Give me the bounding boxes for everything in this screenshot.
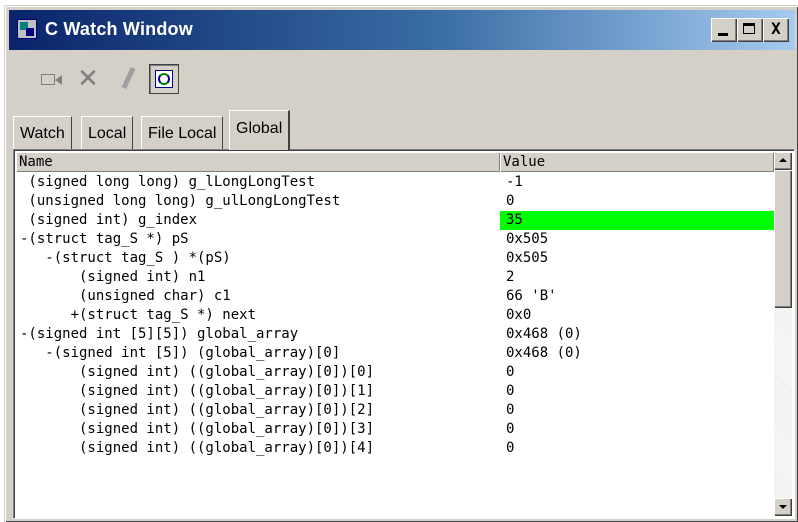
table-row[interactable]: -(signed int [5][5]) global_array 0x468 (… [16,325,774,344]
row-name: -(signed int [5]) (global_array)[0] [20,345,341,361]
delete-button[interactable]: ✕ [73,64,103,94]
maximize-button[interactable] [737,18,763,42]
row-name: (unsigned long long) g_ulLongLongTest [20,193,341,209]
maximize-icon [743,23,755,34]
row-value[interactable]: 0x505 [500,249,774,268]
close-button[interactable]: X [763,18,789,42]
add-watch-icon [41,74,55,85]
tab-local[interactable]: Local [81,116,134,150]
column-header-value[interactable]: Value [500,152,774,172]
table-row[interactable]: (signed int) ((global_array)[0])[1] 0 [16,382,774,401]
list-header: Name Value [16,152,774,172]
app-icon[interactable] [17,19,37,39]
row-name: (signed int) ((global_array)[0])[2] [20,402,375,418]
row-name: (signed int) ((global_array)[0])[0] [20,364,375,380]
column-header-name[interactable]: Name [16,152,500,172]
minimize-button[interactable] [711,18,737,42]
row-value[interactable]: 0 [500,420,774,439]
scroll-thumb[interactable] [774,170,792,308]
row-value[interactable]: 0 [500,192,774,211]
row-name: (signed int) ((global_array)[0])[1] [20,383,375,399]
close-icon: X [771,19,781,38]
table-row[interactable]: (signed long long) g_lLongLongTest -1 [16,173,774,192]
watch-list[interactable]: Name Value (signed long long) g_lLongLon… [13,149,795,519]
title-bar[interactable]: C Watch Window X [9,10,795,50]
row-value[interactable]: 0x468 (0) [500,325,774,344]
c-watch-window: C Watch Window X ✕ Watch Local File Loca… [4,5,798,522]
row-value[interactable]: 2 [500,268,774,287]
vertical-scrollbar[interactable] [774,152,792,516]
table-row[interactable]: (signed int) ((global_array)[0])[0] 0 [16,363,774,382]
row-value[interactable]: 0 [500,401,774,420]
table-row[interactable]: (signed int) ((global_array)[0])[3] 0 [16,420,774,439]
tab-file-local[interactable]: File Local [141,116,224,150]
row-value[interactable]: 66 'B' [500,287,774,306]
row-name: (signed long long) g_lLongLongTest [20,174,316,190]
row-value[interactable]: -1 [500,173,774,192]
window-title: C Watch Window [45,19,193,39]
tab-strip: Watch Local File Local Global [13,110,793,150]
tab-global[interactable]: Global [229,110,291,150]
edit-icon [121,66,136,90]
delete-icon: ✕ [77,64,99,94]
edit-button[interactable] [113,64,143,94]
table-row[interactable]: (signed int) ((global_array)[0])[4] 0 [16,439,774,458]
row-name: (signed int) g_index [20,212,198,228]
toolbar: ✕ [9,54,795,106]
row-name: (signed int) n1 [20,269,206,285]
row-name: -(struct tag_S *) pS [20,231,189,247]
tab-watch[interactable]: Watch [13,116,72,150]
minimize-icon [718,33,728,36]
scroll-down-button[interactable] [774,498,792,516]
table-row[interactable]: +(struct tag_S *) next 0x0 [16,306,774,325]
list-rows: (signed long long) g_lLongLongTest -1 (un… [16,173,774,458]
row-name: -(struct tag_S ) *(pS) [20,250,231,266]
row-value[interactable]: 0 [500,363,774,382]
row-name: (signed int) ((global_array)[0])[4] [20,440,375,456]
table-row[interactable]: -(struct tag_S ) *(pS) 0x505 [16,249,774,268]
scroll-up-button[interactable] [774,152,792,170]
row-name: -(signed int [5][5]) global_array [20,326,299,342]
table-row[interactable]: (unsigned char) c1 66 'B' [16,287,774,306]
table-row[interactable]: (signed int) ((global_array)[0])[2] 0 [16,401,774,420]
table-row[interactable]: -(signed int [5]) (global_array)[0] 0x468… [16,344,774,363]
row-name: (signed int) ((global_array)[0])[3] [20,421,375,437]
row-name: +(struct tag_S *) next [20,307,257,323]
row-value[interactable]: 0 [500,439,774,458]
table-row[interactable]: (signed int) g_index 35 [16,211,774,230]
row-value[interactable]: 0x0 [500,306,774,325]
row-value[interactable]: 0x468 (0) [500,344,774,363]
refresh-button[interactable] [149,64,179,94]
table-row[interactable]: (unsigned long long) g_ulLongLongTest 0 [16,192,774,211]
row-value[interactable]: 0x505 [500,230,774,249]
row-value[interactable]: 35 [500,211,774,230]
row-name: (unsigned char) c1 [20,288,231,304]
table-row[interactable]: (signed int) n1 2 [16,268,774,287]
row-value[interactable]: 0 [500,382,774,401]
add-watch-button[interactable] [37,64,67,94]
table-row[interactable]: -(struct tag_S *) pS 0x505 [16,230,774,249]
